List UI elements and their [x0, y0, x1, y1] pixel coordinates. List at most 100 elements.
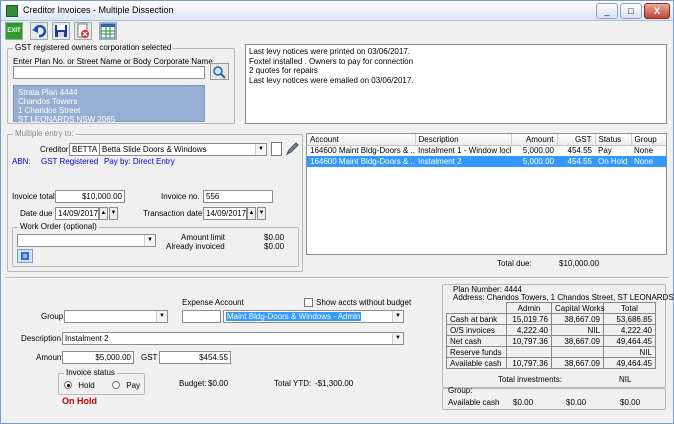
transaction-date-calendar-button[interactable]: ▼: [257, 207, 266, 220]
work-order-group: Work Order (optional): [12, 222, 299, 267]
spreadsheet-icon: [100, 23, 116, 39]
cell-gst: 454.55: [557, 156, 595, 167]
work-order-icon: [21, 252, 29, 260]
save-icon: [55, 25, 67, 37]
total-due-value: $10,000.00: [559, 259, 600, 268]
table-row: Reserve funds NIL: [446, 346, 656, 358]
delete-button[interactable]: [74, 22, 92, 40]
group-total-value: $0.00: [620, 398, 641, 407]
budget-label: Budget:: [179, 379, 207, 388]
cell-description: Instalment 2: [415, 156, 511, 167]
status-hold-radio[interactable]: Hold: [64, 381, 95, 390]
plan-notices-memo[interactable]: Last levy notices were printed on 03/06/…: [245, 44, 667, 124]
search-button[interactable]: [210, 63, 229, 80]
cell-admin: [506, 346, 552, 358]
creditor-name-select[interactable]: Betta Slide Doors & Windows ▼: [99, 143, 267, 156]
chevron-down-icon: ▼: [392, 311, 403, 322]
expense-account-select[interactable]: Maint Bldg-Doors & Windows - Admin ▼: [223, 310, 404, 323]
cell-status: Pay: [598, 146, 612, 156]
gst-input[interactable]: $454.55: [159, 351, 231, 364]
grid-view-button[interactable]: [99, 22, 117, 40]
column-header-account[interactable]: Account: [307, 134, 416, 146]
date-due-calendar-button[interactable]: ▼: [109, 207, 118, 220]
group-select[interactable]: ▼: [64, 310, 168, 323]
cell-gst: 454.55: [567, 146, 592, 156]
cell-capital: 38,667.09: [551, 357, 604, 369]
column-header-status[interactable]: Status: [595, 134, 632, 146]
transaction-date-spinner[interactable]: ▲: [247, 207, 256, 220]
divider: [5, 277, 669, 279]
total-investments-label: Total investments:: [498, 375, 563, 384]
creditor-name: Betta Slide Doors & Windows: [102, 145, 207, 154]
transaction-date-input[interactable]: 14/09/2017: [203, 207, 247, 220]
invoice-status-legend: Invoice status: [64, 368, 117, 377]
cell-total: 49,464.45: [603, 335, 656, 347]
table-row: O/S invoices 4,222.40 NIL 4,222.40: [446, 324, 656, 336]
group-capital-value: $0.00: [566, 398, 587, 407]
invoice-total-input[interactable]: $10,000.00: [55, 190, 125, 203]
work-order-select[interactable]: ▼: [17, 234, 156, 247]
notice-line: Last levy notices were emailed on 03/06/…: [249, 75, 414, 85]
column-header-amount[interactable]: Amount: [511, 134, 558, 146]
undo-icon: [32, 24, 47, 38]
cell-amount: 5,000.00: [522, 146, 554, 156]
chevron-down-icon: ▼: [255, 144, 266, 155]
plan-search-input[interactable]: [13, 66, 205, 79]
exit-button[interactable]: EXIT: [5, 22, 23, 40]
cell-admin: 10,797.36: [506, 335, 552, 347]
address-line: Strata Plan 4444: [18, 88, 78, 97]
row-label: Reserve funds: [446, 346, 507, 358]
show-accounts-without-budget-checkbox[interactable]: [304, 298, 313, 307]
invoice-no-input[interactable]: 556: [203, 190, 273, 203]
row-label: Cash at bank: [446, 313, 507, 325]
undo-button[interactable]: [30, 22, 48, 40]
already-invoiced-label: Already invoiced: [166, 242, 225, 251]
transaction-date-label: Transaction date: [143, 209, 203, 218]
date-due-spinner[interactable]: ▲: [99, 207, 108, 220]
selected-plan-address: Strata Plan 4444 Chandos Towers 1 Chando…: [13, 85, 205, 124]
gst-registered-status: GST Registered: [41, 157, 99, 166]
chevron-down-icon: ▼: [156, 311, 167, 322]
status-pay-label: Pay: [126, 381, 141, 390]
status-pay-radio[interactable]: Pay: [112, 381, 140, 390]
amount-limit-value: $0.00: [264, 233, 285, 242]
cell-group: None: [631, 156, 666, 167]
description-combo[interactable]: Instalment 2 ▼: [62, 332, 404, 345]
row-label: O/S invoices: [446, 324, 507, 336]
table-row[interactable]: 164600 Maint Bldg-Doors & ... Instalment…: [307, 145, 666, 156]
column-header-capital-works: Capital Works: [551, 302, 605, 314]
creditor-invoices-window: Creditor Invoices - Multiple Dissection …: [0, 0, 674, 424]
column-header-group[interactable]: Group: [631, 134, 666, 146]
expense-account-code-input[interactable]: [182, 310, 221, 323]
dissection-grid[interactable]: Account Description Amount GST Status Gr…: [306, 133, 667, 255]
cell-account: 164600 Maint Bldg-Doors & ...: [307, 156, 415, 167]
save-button[interactable]: [52, 22, 70, 40]
table-row-selected[interactable]: 164600 Maint Bldg-Doors & ... Instalment…: [307, 156, 666, 167]
show-accounts-without-budget-label: Show accts without budget: [316, 298, 412, 307]
new-document-icon[interactable]: [271, 142, 282, 156]
close-button[interactable]: X: [644, 3, 670, 19]
cell-capital: 38,667.09: [551, 335, 604, 347]
column-header-description[interactable]: Description: [415, 134, 512, 146]
minimize-button[interactable]: _: [596, 3, 618, 19]
amount-limit-label: Amount limit: [181, 233, 226, 242]
radio-selected-icon: [64, 381, 72, 389]
date-due-input[interactable]: 14/09/2017: [55, 207, 99, 220]
total-ytd-value: -$1,300.00: [315, 379, 354, 388]
group-available-cash-label: Available cash: [448, 398, 500, 407]
description-label: Description: [21, 334, 62, 343]
cell-amount: 5,000.00: [511, 156, 557, 167]
amount-label: Amount: [36, 353, 64, 362]
cell-capital: 38,667.09: [551, 313, 604, 325]
work-order-button[interactable]: [17, 249, 33, 263]
column-header-gst[interactable]: GST: [557, 134, 596, 146]
edit-pencil-icon[interactable]: [285, 142, 299, 156]
table-row: Available cash 10,797.36 38,667.09 49,46…: [446, 357, 656, 369]
amount-input[interactable]: $5,000.00: [62, 351, 134, 364]
address-line: 1 Chandos Street: [18, 106, 81, 115]
cell-admin: 4,222.40: [506, 324, 552, 336]
maximize-button[interactable]: □: [620, 3, 642, 19]
row-label: Net cash: [446, 335, 507, 347]
delete-document-icon: [77, 23, 89, 38]
group-admin-value: $0.00: [513, 398, 534, 407]
